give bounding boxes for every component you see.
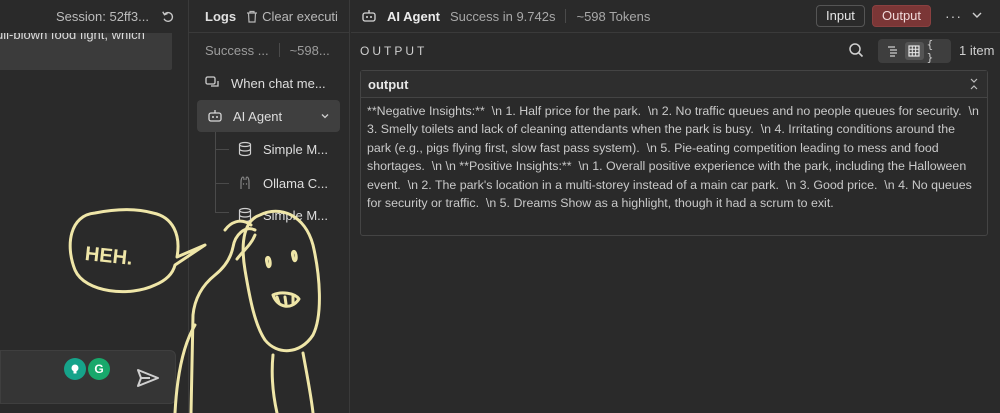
database-icon — [238, 141, 252, 157]
tree-connector — [215, 149, 229, 150]
divider — [278, 43, 280, 57]
column-header-output: output — [368, 76, 409, 92]
clear-execution-button[interactable]: Clear executi — [246, 9, 338, 24]
logs-header: Logs Clear executi — [189, 0, 349, 33]
output-tab-button[interactable]: Output — [872, 5, 932, 27]
input-tab-button[interactable]: Input — [816, 5, 865, 27]
ollama-icon — [240, 176, 250, 189]
tree-connector — [215, 212, 229, 213]
table-view-button[interactable] — [904, 42, 924, 60]
chevron-down-icon[interactable] — [971, 9, 983, 21]
collapse-icon[interactable] — [969, 78, 979, 90]
json-braces-icon: { } — [926, 38, 934, 64]
robot-icon — [208, 110, 222, 122]
logs-panel: Logs Clear executi Success ... ~598... W… — [189, 0, 350, 413]
chat-message-text: ull-blown food fight, which — [0, 33, 145, 42]
clear-execution-label: Clear executi — [262, 8, 338, 24]
node-tokens: ~598 Tokens — [576, 8, 651, 24]
session-label: Session: 52ff3... — [56, 9, 149, 24]
logs-title: Logs — [205, 8, 237, 24]
reset-session-icon[interactable] — [161, 10, 175, 24]
node-header: AI Agent Success in 9.742s ~598 Tokens I… — [351, 0, 1000, 33]
tree-item-simple-memory-2[interactable]: Simple M... — [237, 205, 328, 225]
grammar-extension[interactable]: G — [64, 357, 110, 381]
chevron-down-icon[interactable] — [320, 111, 330, 121]
node-status: Success in 9.742s — [449, 8, 556, 24]
chat-icon — [205, 76, 219, 87]
item-count: 1 item — [959, 43, 995, 58]
tree-item-label: Ollama C... — [263, 175, 329, 191]
json-view-button[interactable]: { } — [927, 38, 946, 64]
view-mode-toggle: { } — [878, 38, 951, 64]
tree-item-simple-memory[interactable]: Simple M... — [237, 139, 328, 159]
tree-item-label: Simple M... — [263, 141, 329, 157]
tree-item-label: AI Agent — [233, 108, 283, 124]
schema-icon — [887, 46, 897, 57]
tree-connector — [215, 183, 229, 184]
logs-meta: Success ... ~598... — [189, 33, 349, 67]
chat-header: Session: 52ff3... — [0, 0, 189, 33]
trash-icon — [247, 10, 258, 23]
search-icon[interactable] — [848, 42, 864, 58]
divider — [565, 9, 567, 23]
output-table-header: output — [361, 71, 987, 98]
tree-item-ollama-chat[interactable]: Ollama C... — [237, 173, 328, 193]
grammar-lightbulb-icon[interactable] — [64, 358, 86, 380]
node-title: AI Agent — [387, 8, 440, 24]
robot-icon — [362, 10, 376, 22]
output-table: output **Negative Insights:** \n 1. Half… — [360, 70, 988, 236]
table-icon — [908, 45, 921, 57]
chat-panel: Session: 52ff3... ull-blown food fight, … — [0, 0, 189, 413]
tree-item-ai-agent[interactable]: AI Agent — [197, 100, 340, 132]
more-options-icon[interactable]: ··· — [945, 8, 962, 24]
output-panel: AI Agent Success in 9.742s ~598 Tokens I… — [351, 0, 1000, 413]
tree-item-chat-trigger[interactable]: When chat me... — [205, 73, 326, 93]
send-icon[interactable] — [136, 368, 160, 388]
database-icon — [238, 207, 252, 223]
logs-tokens: ~598... — [289, 42, 330, 58]
logs-status: Success ... — [205, 42, 269, 58]
output-cell[interactable]: **Negative Insights:** \n 1. Half price … — [361, 98, 987, 216]
tree-item-label: When chat me... — [231, 75, 326, 91]
tree-item-label: Simple M... — [263, 207, 329, 223]
schema-view-button[interactable] — [883, 42, 902, 60]
grammarly-icon[interactable]: G — [88, 358, 110, 380]
section-label: OUTPUT — [360, 44, 428, 58]
chat-message-bubble: ull-blown food fight, which — [0, 33, 172, 70]
tree-connector — [215, 132, 216, 212]
